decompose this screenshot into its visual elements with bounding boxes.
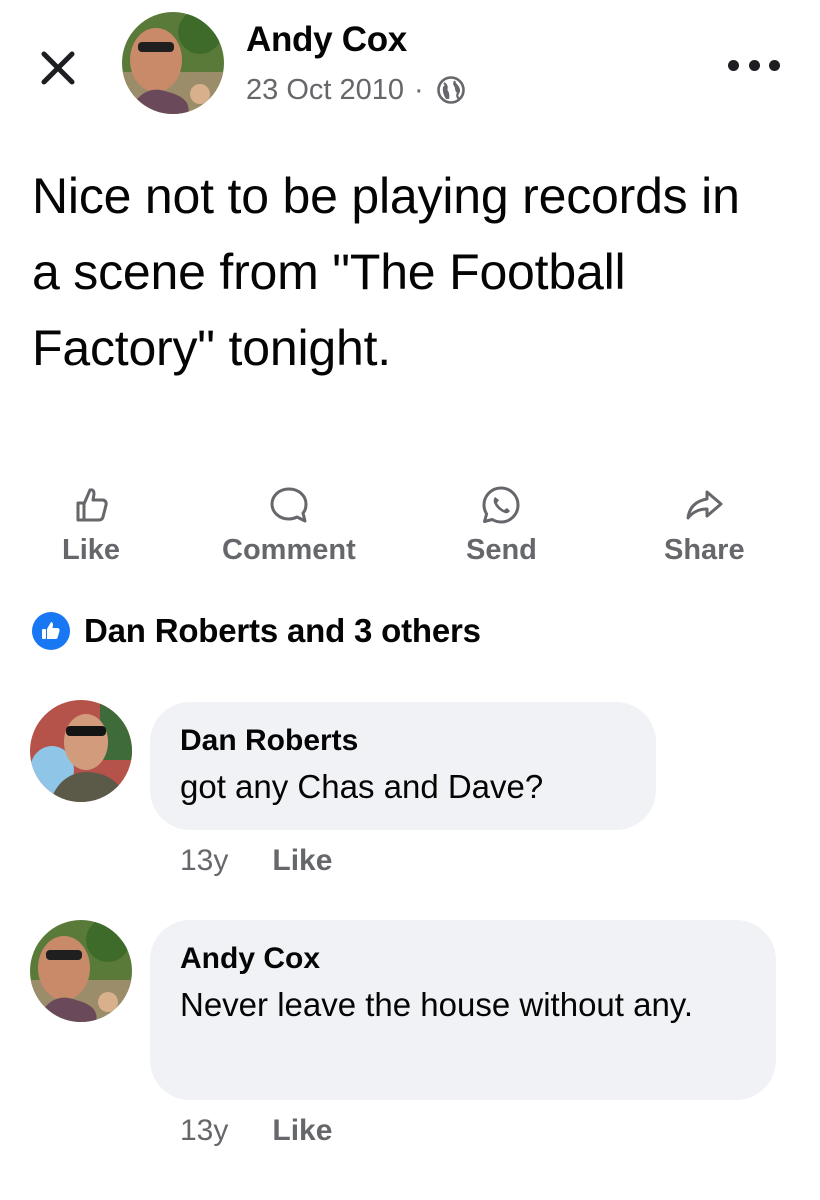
author-avatar[interactable] <box>122 12 224 114</box>
like-badge-icon <box>32 612 70 650</box>
more-options-button[interactable] <box>728 50 780 80</box>
comment-meta: 13y Like <box>180 1114 332 1148</box>
post-text: Nice not to be playing records in a scen… <box>32 168 740 376</box>
comment-text: Never leave the house without any. <box>180 986 694 1023</box>
comment-icon <box>270 487 308 523</box>
close-icon <box>41 51 75 85</box>
thumbs-up-icon <box>76 488 108 522</box>
comment-action-button[interactable]: Comment <box>222 484 356 567</box>
action-bar: Like Comment Send Share <box>0 484 820 574</box>
comment-like-button[interactable]: Like <box>272 844 332 878</box>
reactions-summary[interactable]: Dan Roberts and 3 others <box>32 610 481 652</box>
commenter-avatar[interactable] <box>30 700 132 802</box>
post-view: Andy Cox 23 Oct 2010 · Nice not to be pl… <box>0 0 820 1200</box>
like-action-label: Like <box>62 534 121 566</box>
meta-separator: · <box>414 73 424 106</box>
comment-author[interactable]: Andy Cox <box>180 942 744 976</box>
globe-icon <box>436 76 465 104</box>
comment-author[interactable]: Dan Roberts <box>180 724 624 758</box>
more-options-icon <box>728 59 739 71</box>
post-meta: 23 Oct 2010 · <box>246 70 466 110</box>
comment-action-label: Comment <box>222 534 356 566</box>
share-arrow-icon <box>686 490 723 520</box>
share-action-button[interactable]: Share <box>664 484 745 567</box>
send-action-button[interactable]: Send <box>466 484 537 567</box>
post-date[interactable]: 23 Oct 2010 <box>246 74 404 107</box>
comment-like-button[interactable]: Like <box>272 1114 332 1148</box>
comment-time[interactable]: 13y <box>180 844 228 878</box>
comment-meta: 13y Like <box>180 844 332 878</box>
comment-time[interactable]: 13y <box>180 1114 228 1148</box>
comment-bubble[interactable]: Andy Cox Never leave the house without a… <box>150 920 776 1100</box>
author-name[interactable]: Andy Cox <box>246 20 407 60</box>
comment-bubble[interactable]: Dan Roberts got any Chas and Dave? <box>150 702 656 830</box>
comment-text: got any Chas and Dave? <box>180 768 544 805</box>
commenter-avatar[interactable] <box>30 920 132 1022</box>
whatsapp-icon <box>482 486 520 524</box>
share-action-label: Share <box>664 534 745 566</box>
like-action-button[interactable]: Like <box>62 484 120 567</box>
close-button[interactable] <box>36 46 80 90</box>
reactions-text: Dan Roberts and 3 others <box>84 612 481 649</box>
send-action-label: Send <box>466 534 537 566</box>
